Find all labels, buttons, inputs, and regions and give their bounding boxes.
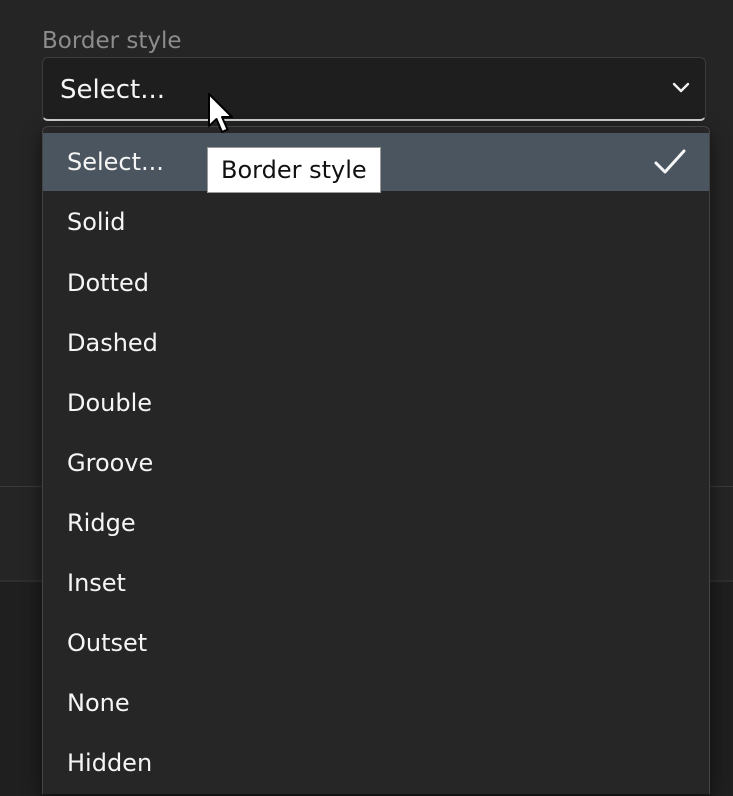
- option-label: Select...: [67, 148, 164, 176]
- option-inset[interactable]: Inset: [43, 554, 709, 612]
- option-dotted[interactable]: Dotted: [43, 254, 709, 312]
- border-style-select[interactable]: Select...: [42, 57, 706, 121]
- select-current-value: Select...: [60, 75, 166, 105]
- option-label: Hidden: [67, 749, 153, 777]
- chevron-down-icon: [672, 82, 690, 93]
- option-none[interactable]: None: [43, 674, 709, 732]
- tooltip: Border style: [207, 147, 381, 193]
- border-style-dropdown-list: Select... Solid Dotted Dashed Double Gro…: [42, 126, 710, 794]
- option-label: Outset: [67, 629, 148, 657]
- option-double[interactable]: Double: [43, 374, 709, 432]
- option-ridge[interactable]: Ridge: [43, 494, 709, 552]
- option-label: Dotted: [67, 269, 149, 297]
- option-groove[interactable]: Groove: [43, 434, 709, 492]
- option-label: None: [67, 689, 130, 717]
- option-label: Ridge: [67, 509, 136, 537]
- option-hidden[interactable]: Hidden: [43, 734, 709, 792]
- option-outset[interactable]: Outset: [43, 614, 709, 672]
- checkmark-icon: [654, 149, 686, 174]
- option-label: Dashed: [67, 329, 158, 357]
- option-solid[interactable]: Solid: [43, 193, 709, 251]
- option-label: Groove: [67, 449, 154, 477]
- option-dashed[interactable]: Dashed: [43, 314, 709, 372]
- option-label: Solid: [67, 208, 126, 236]
- mouse-pointer-icon: [208, 93, 233, 133]
- option-label: Inset: [67, 569, 126, 597]
- border-style-label: Border style: [42, 28, 182, 54]
- option-label: Double: [67, 389, 153, 417]
